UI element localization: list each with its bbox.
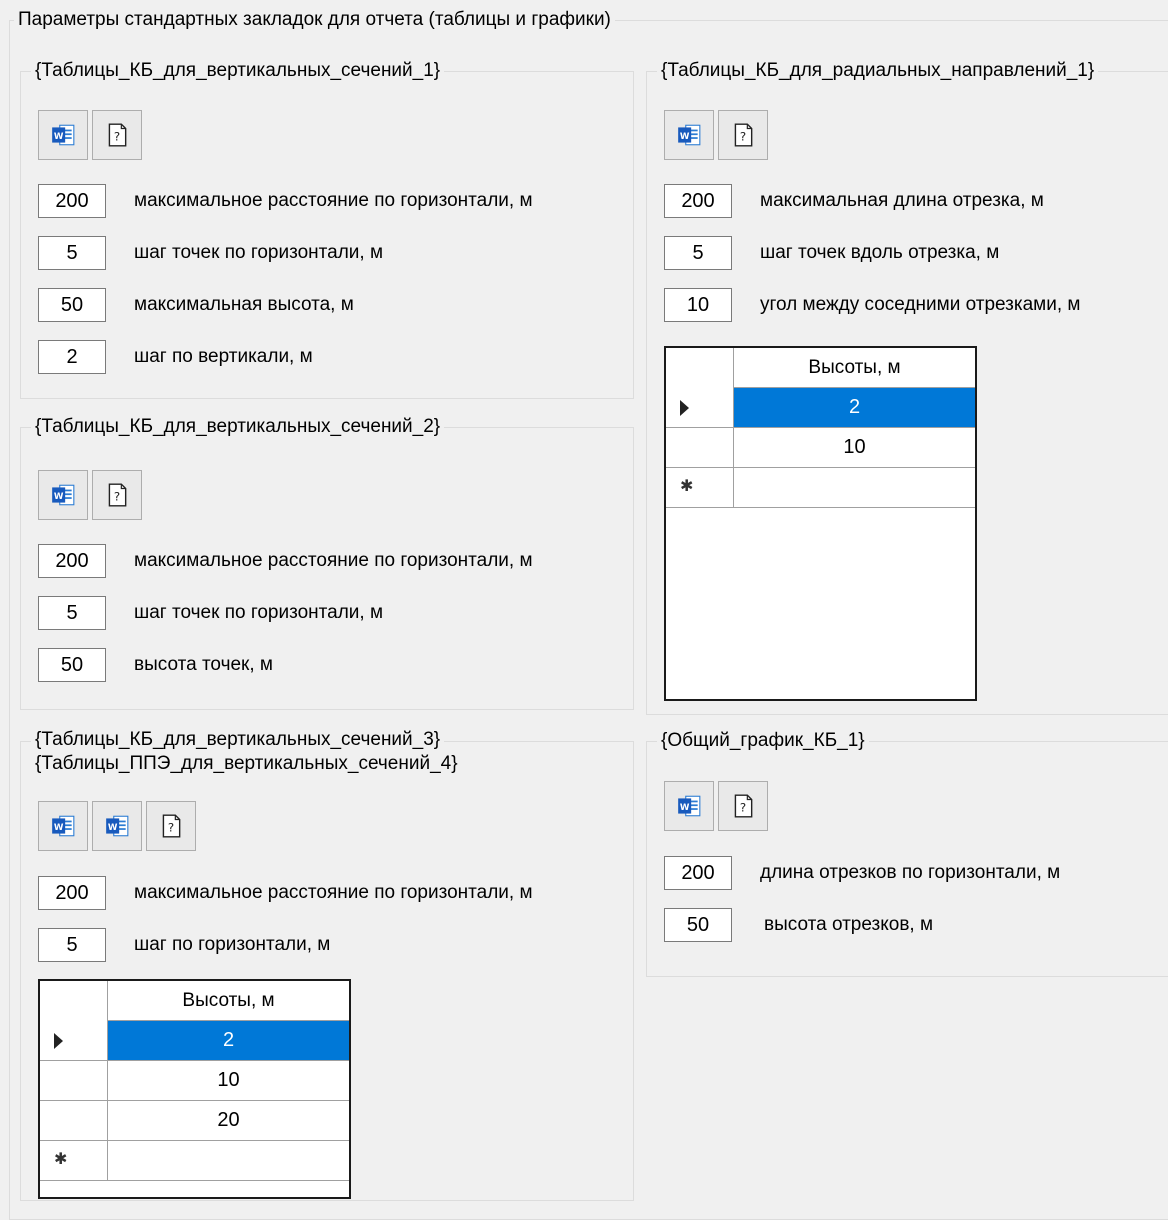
rad1-help-button[interactable] — [718, 110, 768, 160]
word-document-icon — [104, 813, 130, 839]
rad1-angle-label: угол между соседними отрезками, м — [760, 294, 1081, 315]
grid-cell-empty[interactable] — [108, 1141, 349, 1180]
vs1-vertical-step-input[interactable]: 2 — [38, 340, 106, 374]
vs2-point-height-input[interactable]: 50 — [38, 648, 106, 682]
grid-column-header[interactable]: Высоты, м — [734, 348, 975, 388]
help-question-icon — [158, 813, 184, 839]
vs3-group-title-line2: {Таблицы_ППЭ_для_вертикальных_сечений_4} — [31, 753, 462, 775]
vs1-max-height-input[interactable]: 50 — [38, 288, 106, 322]
vs2-max-horizontal-distance-label: максимальное расстояние по горизонтали, … — [134, 550, 533, 571]
graph1-segment-height-label: высота отрезков, м — [764, 914, 934, 935]
grid-row[interactable]: 10 — [40, 1061, 349, 1101]
vs2-group-title: {Таблицы_КБ_для_вертикальных_сечений_2} — [31, 416, 445, 438]
vs3-horizontal-step-label: шаг по горизонтали, м — [134, 934, 331, 955]
rad1-word-button[interactable] — [664, 110, 714, 160]
graph1-segment-length-input[interactable]: 200 — [664, 856, 732, 890]
word-document-icon — [676, 122, 702, 148]
vs2-max-horizontal-distance-input[interactable]: 200 — [38, 544, 106, 578]
word-document-icon — [676, 793, 702, 819]
current-row-arrow-icon — [680, 400, 689, 416]
grid-cell-empty[interactable] — [734, 468, 975, 507]
row-marker — [40, 1021, 108, 1060]
graph1-word-button[interactable] — [664, 781, 714, 831]
grid-header-row: Высоты, м — [40, 981, 349, 1021]
vs3-horizontal-step-input[interactable]: 5 — [38, 928, 106, 962]
help-question-icon — [730, 122, 756, 148]
grid-row[interactable]: 20 — [40, 1101, 349, 1141]
word-document-icon — [50, 122, 76, 148]
help-question-icon — [104, 122, 130, 148]
grid-row[interactable]: 2 — [666, 388, 975, 428]
vs1-horizontal-step-label: шаг точек по горизонтали, м — [134, 242, 384, 263]
vs1-word-button[interactable] — [38, 110, 88, 160]
vs3-heights-grid[interactable]: Высоты, м 2 10 20 ✱ — [38, 979, 351, 1199]
row-marker — [666, 388, 734, 427]
graph1-help-button[interactable] — [718, 781, 768, 831]
row-marker: ✱ — [40, 1141, 108, 1180]
grid-header-row: Высоты, м — [666, 348, 975, 388]
vs1-help-button[interactable] — [92, 110, 142, 160]
grid-cell-selected[interactable]: 2 — [108, 1021, 349, 1060]
vs1-max-horizontal-distance-label: максимальное расстояние по горизонтали, … — [134, 190, 533, 211]
grid-new-row[interactable]: ✱ — [666, 468, 975, 508]
vs1-max-horizontal-distance-input[interactable]: 200 — [38, 184, 106, 218]
grid-column-header[interactable]: Высоты, м — [108, 981, 349, 1021]
rad1-point-step-label: шаг точек вдоль отрезка, м — [760, 242, 1000, 263]
vs3-word-button-2[interactable] — [92, 801, 142, 851]
vs3-max-horizontal-distance-label: максимальное расстояние по горизонтали, … — [134, 882, 533, 903]
vs1-vertical-step-label: шаг по вертикали, м — [134, 346, 313, 367]
new-row-asterisk-icon: ✱ — [54, 1151, 68, 1168]
grid-row[interactable]: 2 — [40, 1021, 349, 1061]
graph1-segment-height-input[interactable]: 50 — [664, 908, 732, 942]
grid-cell[interactable]: 20 — [108, 1101, 349, 1140]
rad1-angle-input[interactable]: 10 — [664, 288, 732, 322]
vs3-group-title-line1: {Таблицы_КБ_для_вертикальных_сечений_3} — [31, 729, 445, 751]
rad1-point-step-input[interactable]: 5 — [664, 236, 732, 270]
row-marker: ✱ — [666, 468, 734, 507]
vs3-word-button-1[interactable] — [38, 801, 88, 851]
new-row-asterisk-icon: ✱ — [680, 478, 694, 495]
graph1-segment-length-label: длина отрезков по горизонтали, м — [760, 862, 1061, 883]
grid-cell-selected[interactable]: 2 — [734, 388, 975, 427]
graph1-group-title: {Общий_график_КБ_1} — [657, 730, 869, 752]
grid-new-row[interactable]: ✱ — [40, 1141, 349, 1181]
rad1-group-title: {Таблицы_КБ_для_радиальных_направлений_1… — [657, 60, 1099, 82]
grid-row[interactable]: 10 — [666, 428, 975, 468]
main-group-title: Параметры стандартных закладок для отчет… — [14, 9, 615, 31]
row-marker — [40, 1061, 108, 1100]
grid-cell[interactable]: 10 — [108, 1061, 349, 1100]
vs2-point-height-label: высота точек, м — [134, 654, 273, 675]
help-question-icon — [104, 482, 130, 508]
grid-cell[interactable]: 10 — [734, 428, 975, 467]
vs2-horizontal-step-label: шаг точек по горизонтали, м — [134, 602, 384, 623]
vs3-max-horizontal-distance-input[interactable]: 200 — [38, 876, 106, 910]
grid-corner-cell — [40, 981, 108, 1021]
word-document-icon — [50, 813, 76, 839]
row-marker — [40, 1101, 108, 1140]
vs2-horizontal-step-input[interactable]: 5 — [38, 596, 106, 630]
vs2-word-button[interactable] — [38, 470, 88, 520]
rad1-max-segment-length-label: максимальная длина отрезка, м — [760, 190, 1044, 211]
rad1-heights-grid[interactable]: Высоты, м 2 10 ✱ — [664, 346, 977, 701]
grid-corner-cell — [666, 348, 734, 388]
vs3-help-button[interactable] — [146, 801, 196, 851]
rad1-max-segment-length-input[interactable]: 200 — [664, 184, 732, 218]
row-marker — [666, 428, 734, 467]
vs1-horizontal-step-input[interactable]: 5 — [38, 236, 106, 270]
vs1-max-height-label: максимальная высота, м — [134, 294, 354, 315]
vs2-help-button[interactable] — [92, 470, 142, 520]
word-document-icon — [50, 482, 76, 508]
vs1-group-title: {Таблицы_КБ_для_вертикальных_сечений_1} — [31, 60, 445, 82]
current-row-arrow-icon — [54, 1033, 63, 1049]
help-question-icon — [730, 793, 756, 819]
